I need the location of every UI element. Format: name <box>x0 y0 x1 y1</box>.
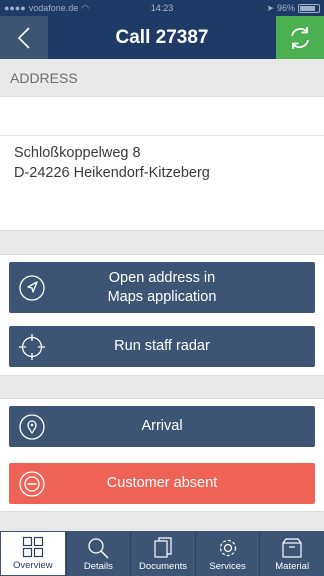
search-icon <box>88 538 109 559</box>
customer-absent-label: Customer absent <box>106 475 218 491</box>
documents-icon <box>154 537 172 558</box>
status-actions-card: Arrival Customer absent <box>0 398 324 512</box>
battery-icon <box>298 3 320 13</box>
wifi-icon: ◠ <box>81 2 90 13</box>
status-bar: ●●●● vodafone.de ◠ 14:23 ➤ 96% <box>0 0 324 16</box>
no-entry-icon <box>18 470 46 498</box>
tab-bar: Overview Details Documents Services Mate… <box>0 531 324 576</box>
tab-services[interactable]: Services <box>194 531 260 576</box>
navigation-icon <box>18 274 46 302</box>
box-icon <box>282 538 302 558</box>
tab-overview[interactable]: Overview <box>0 531 66 576</box>
location-pin-icon <box>18 413 46 441</box>
status-left: ●●●● vodafone.de ◠ <box>4 3 266 14</box>
staff-radar-button[interactable]: Run staff radar <box>9 326 315 367</box>
open-maps-label: Open address in Maps application <box>107 269 217 305</box>
battery-percent: 96% <box>276 3 295 13</box>
crosshair-icon <box>18 333 46 361</box>
address-card: Schloßkoppelweg 8 D-24226 Heikendorf-Kit… <box>0 96 324 231</box>
back-button[interactable] <box>0 16 48 59</box>
page-title: Call 27387 <box>115 27 209 48</box>
actions-card: Open address in Maps application Run sta… <box>0 254 324 376</box>
address-section-label: ADDRESS <box>10 70 78 86</box>
address-city: D-24226 Heikendorf-Kitzeberg <box>14 165 210 181</box>
nav-bar: Call 27387 <box>0 16 324 59</box>
staff-radar-label: Run staff radar <box>114 338 210 354</box>
tab-material[interactable]: Material <box>259 531 324 576</box>
grid-icon <box>22 536 43 558</box>
chevron-left-icon <box>17 26 30 49</box>
tab-material-label: Material <box>275 561 310 572</box>
carrier-name: vodafone.de <box>28 3 79 13</box>
tab-documents[interactable]: Documents <box>130 531 195 576</box>
tab-overview-label: Overview <box>13 560 53 571</box>
tab-details-label: Details <box>83 561 113 572</box>
status-right: ➤ 96% <box>266 3 320 14</box>
location-icon: ➤ <box>266 2 274 13</box>
address-street: Schloßkoppelweg 8 <box>14 145 141 161</box>
arrival-label: Arrival <box>141 418 183 434</box>
signal-icon: ●●●● <box>4 3 26 13</box>
tab-details[interactable]: Details <box>65 531 131 576</box>
tab-documents-label: Documents <box>138 561 188 572</box>
sync-button[interactable] <box>276 16 324 59</box>
customer-absent-button[interactable]: Customer absent <box>9 463 315 504</box>
address-divider <box>0 135 324 136</box>
open-maps-button[interactable]: Open address in Maps application <box>9 262 315 313</box>
tab-services-label: Services <box>209 561 246 572</box>
gear-icon <box>219 539 236 557</box>
sync-icon <box>291 26 309 49</box>
arrival-button[interactable]: Arrival <box>9 406 315 447</box>
